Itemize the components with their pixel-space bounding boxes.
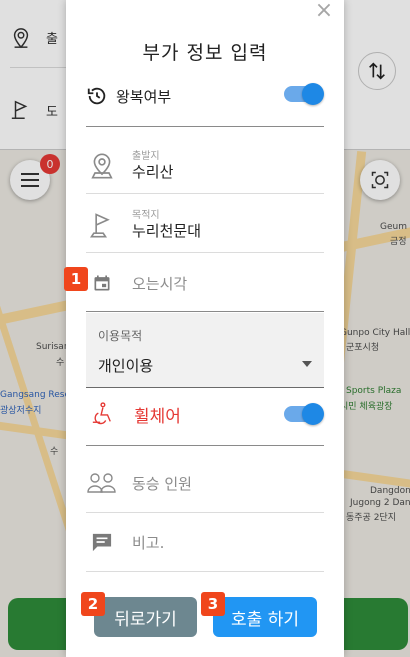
origin-field[interactable]: 출발지 수리산	[86, 146, 324, 186]
modal-title: 부가 정보 입력	[142, 42, 268, 64]
extra-info-modal: × 부가 정보 입력 왕복여부 출발지 수리산 목적지 누리천문대 오는시각 이…	[66, 0, 344, 657]
call-button[interactable]: 호출 하기	[213, 597, 317, 637]
arrival-time-field[interactable]: 오는시각	[86, 266, 324, 300]
wheelchair-icon	[92, 402, 111, 425]
dropdown-arrow-icon	[302, 361, 312, 367]
arrival-time-placeholder: 오는시각	[132, 274, 188, 293]
divider	[86, 193, 324, 194]
purpose-value: 개인이용	[98, 357, 154, 375]
wheelchair-toggle[interactable]	[284, 403, 324, 425]
destination-small-label: 목적지	[132, 210, 160, 221]
roundtrip-label: 왕복여부	[116, 87, 172, 106]
wheelchair-label: 휠체어	[134, 406, 181, 427]
toggle-knob	[302, 83, 324, 105]
companions-placeholder: 동승 인원	[132, 474, 192, 493]
close-icon[interactable]: ×	[314, 0, 334, 22]
divider	[86, 252, 324, 253]
divider	[86, 571, 324, 572]
location-pin-icon	[91, 153, 113, 179]
toggle-knob	[302, 403, 324, 425]
divider	[86, 445, 324, 446]
flag-icon	[89, 213, 110, 238]
calendar-icon	[94, 275, 110, 291]
divider	[86, 126, 324, 127]
memo-placeholder: 비고.	[132, 533, 165, 552]
divider	[86, 512, 324, 513]
comment-icon	[92, 533, 112, 552]
roundtrip-row: 왕복여부	[86, 80, 324, 112]
destination-value: 누리천문대	[132, 222, 202, 240]
wheelchair-row: 휠체어	[86, 398, 324, 430]
purpose-label: 이용목적	[98, 329, 143, 343]
marker-3: 3	[201, 592, 225, 616]
origin-small-label: 출발지	[132, 151, 160, 162]
marker-2: 2	[81, 592, 105, 616]
divider	[86, 311, 324, 312]
purpose-select[interactable]: 이용목적 개인이용	[86, 313, 324, 388]
marker-1: 1	[64, 267, 88, 291]
roundtrip-toggle[interactable]	[284, 83, 324, 105]
memo-field[interactable]: 비고.	[86, 525, 324, 559]
back-button[interactable]: 뒤로가기	[94, 597, 197, 637]
history-icon	[87, 87, 106, 105]
origin-value: 수리산	[132, 163, 174, 181]
people-icon	[87, 473, 116, 493]
destination-field[interactable]: 목적지 누리천문대	[86, 205, 324, 245]
companions-field[interactable]: 동승 인원	[86, 466, 324, 500]
